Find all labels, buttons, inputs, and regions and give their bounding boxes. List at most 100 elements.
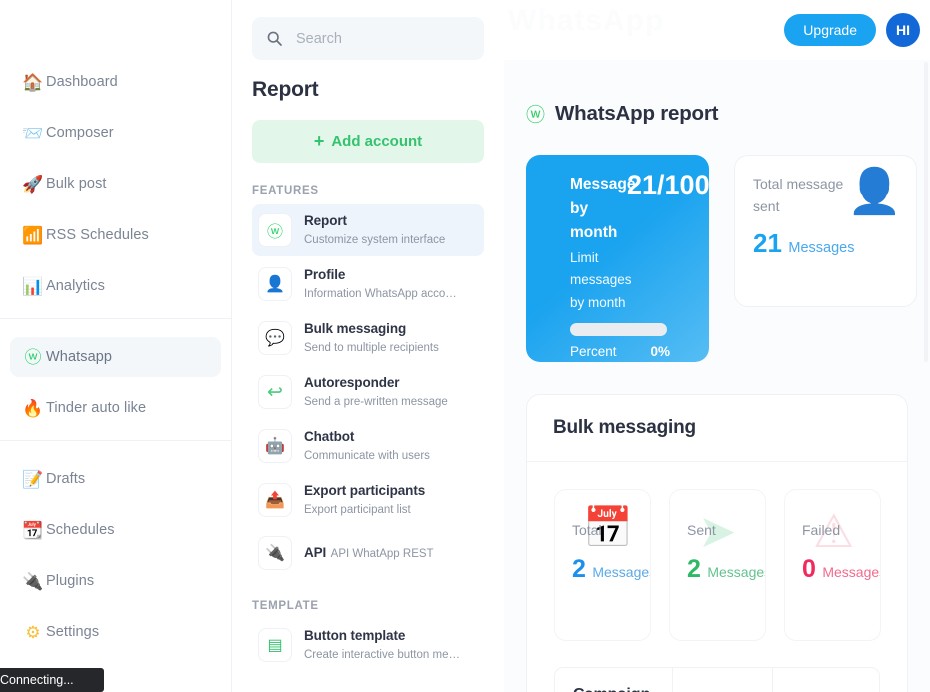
table-header-col2: [673, 668, 773, 692]
feature-name: Report: [304, 213, 347, 228]
stat-number: 2: [687, 555, 701, 583]
feature-item-api[interactable]: 🔌 API API WhatApp REST: [252, 528, 484, 578]
stat-label: Sent: [687, 522, 716, 538]
chat-bubbles-icon: 💬: [258, 321, 292, 355]
main-scrollbar[interactable]: [924, 62, 928, 362]
card-number: 21: [753, 228, 782, 259]
card-unit: Messages: [788, 240, 855, 257]
table-header-campaign: Campaign: [555, 668, 673, 692]
stat-unit: Messages: [707, 564, 766, 580]
robot-icon: 🤖: [258, 429, 292, 463]
feature-desc: Export participant list: [304, 504, 411, 516]
stat-card-failed: ⚠ Failed 0 Messages: [784, 489, 881, 641]
sidebar-item-label: Tinder auto like: [46, 400, 147, 416]
table-header-col3: [773, 668, 879, 692]
avatar[interactable]: HI: [886, 13, 920, 47]
whatsapp-icon: ⓦ: [24, 347, 42, 367]
sidebar-item-schedules[interactable]: 📆 Schedules: [10, 510, 221, 550]
sidebar-item-label: Settings: [46, 624, 100, 640]
stat-card-total: 📅 Total 2 Messages: [554, 489, 651, 641]
sidebar-item-label: Bulk post: [46, 176, 107, 192]
feature-desc: Send to multiple recipients: [304, 342, 439, 354]
percent-value: 0%: [650, 343, 670, 359]
whatsapp-icon: ⓦ: [258, 213, 292, 247]
sidebar-group-primary: 🏠 Dashboard 📨 Composer 🚀 Bulk post 📶 RSS…: [0, 0, 231, 306]
sidebar-item-drafts[interactable]: 📝 Drafts: [10, 459, 221, 499]
page-title: WhatsApp report: [555, 101, 719, 125]
brand-watermark: WhatsApp: [508, 4, 665, 37]
sidebar-group-tools: 📝 Drafts 📆 Schedules 🔌 Plugins ⚙ Setting…: [0, 457, 231, 652]
feature-item-export-participants[interactable]: 📤 Export participants Export participant…: [252, 474, 484, 526]
feature-name: Button template: [304, 628, 406, 643]
feature-desc: Information WhatsApp acco…: [304, 288, 457, 300]
app-root: 🏠 Dashboard 📨 Composer 🚀 Bulk post 📶 RSS…: [0, 0, 930, 692]
stat-unit: Messages: [822, 564, 881, 580]
add-account-label: Add account: [331, 133, 423, 150]
feature-item-profile[interactable]: 👤 Profile Information WhatsApp acco…: [252, 258, 484, 310]
draft-note-icon: 📝: [22, 469, 44, 489]
sidebar-item-plugins[interactable]: 🔌 Plugins: [10, 561, 221, 601]
progress-bar: [570, 322, 667, 336]
feature-item-report[interactable]: ⓦ Report Customize system interface: [252, 204, 484, 256]
feature-name: Chatbot: [304, 429, 355, 444]
sidebar-item-label: Composer: [46, 125, 114, 141]
campaign-table-header: Campaign: [554, 667, 880, 692]
sidebar-divider-1: [0, 318, 231, 319]
stat-label: Total: [572, 522, 602, 538]
reply-arrow-icon: ↩: [258, 375, 292, 409]
sidebar-item-analytics[interactable]: 📊 Analytics: [10, 266, 221, 306]
plug-icon: 🔌: [258, 536, 292, 570]
bulk-messaging-panel: Bulk messaging 📅 Total 2 Messages ➤ Sent: [526, 394, 908, 692]
panel-title: Report: [252, 78, 319, 101]
sidebar-item-whatsapp[interactable]: ⓦ Whatsapp: [10, 337, 221, 377]
feature-item-chatbot[interactable]: 🤖 Chatbot Communicate with users: [252, 420, 484, 472]
card-value: 21/100: [627, 170, 709, 200]
feature-desc: Create interactive button me…: [304, 649, 460, 661]
sidebar-item-label: Whatsapp: [46, 349, 113, 365]
stat-card-sent: ➤ Sent 2 Messages: [669, 489, 766, 641]
sidebar-item-settings[interactable]: ⚙ Settings: [10, 612, 221, 652]
bar-chart-icon: 📊: [22, 276, 44, 296]
bulk-panel-title: Bulk messaging: [527, 395, 907, 462]
gear-icon: ⚙: [25, 622, 41, 642]
sidebar-item-dashboard[interactable]: 🏠 Dashboard: [10, 62, 221, 102]
sidebar-item-label: Schedules: [46, 522, 115, 538]
sidebar-item-label: Dashboard: [46, 74, 118, 90]
feature-name: API: [304, 545, 327, 560]
upgrade-button[interactable]: Upgrade: [784, 14, 876, 46]
search-icon: [267, 31, 282, 46]
card-subtitle: Limit messages by month: [570, 250, 632, 310]
stat-number: 2: [572, 555, 586, 583]
sidebar-item-label: Plugins: [46, 573, 95, 589]
plus-icon: +: [313, 131, 325, 151]
main-content: WhatsApp Upgrade HI ⓦ WhatsApp report Me…: [504, 0, 930, 692]
feature-item-autoresponder[interactable]: ↩ Autoresponder Send a pre-written messa…: [252, 366, 484, 418]
summary-cards-row: Message by month 21/100 Limit messages b…: [519, 155, 917, 362]
card-label: Total message sent: [753, 176, 844, 214]
sidebar-item-label: Analytics: [46, 278, 105, 294]
sidebar-item-bulk-post[interactable]: 🚀 Bulk post: [10, 164, 221, 204]
top-bar: WhatsApp Upgrade HI: [504, 0, 930, 60]
sidebar-group-channels: ⓦ Whatsapp 🔥 Tinder auto like: [0, 335, 231, 428]
sidebar-divider-2: [0, 440, 231, 441]
feature-desc: Communicate with users: [304, 450, 430, 462]
feature-name: Autoresponder: [304, 375, 400, 390]
whatsapp-icon: ⓦ: [526, 105, 546, 126]
rss-icon: 📶: [22, 225, 44, 245]
sidebar-item-tinder-auto-like[interactable]: 🔥 Tinder auto like: [10, 388, 221, 428]
page-header: ⓦ WhatsApp report: [519, 60, 915, 127]
paper-plane-icon: 📨: [22, 123, 44, 143]
feature-name: Export participants: [304, 483, 426, 498]
feature-nav-panel: Report + Add account FEATURES ⓦ Report C…: [232, 0, 504, 692]
feature-desc: Send a pre-written message: [304, 396, 448, 408]
search-input[interactable]: [296, 30, 470, 47]
sidebar-item-label: RSS Schedules: [46, 227, 149, 243]
add-account-button[interactable]: + Add account: [252, 120, 484, 163]
total-message-sent-card: 👤 Total message sent 21 Messages: [734, 155, 917, 307]
feature-item-button-template[interactable]: ▤ Button template Create interactive but…: [252, 619, 484, 671]
feature-item-bulk-messaging[interactable]: 💬 Bulk messaging Send to multiple recipi…: [252, 312, 484, 364]
main-sidebar: 🏠 Dashboard 📨 Composer 🚀 Bulk post 📶 RSS…: [0, 0, 232, 692]
sidebar-item-composer[interactable]: 📨 Composer: [10, 113, 221, 153]
sidebar-item-rss-schedules[interactable]: 📶 RSS Schedules: [10, 215, 221, 255]
search-box[interactable]: [252, 17, 484, 60]
